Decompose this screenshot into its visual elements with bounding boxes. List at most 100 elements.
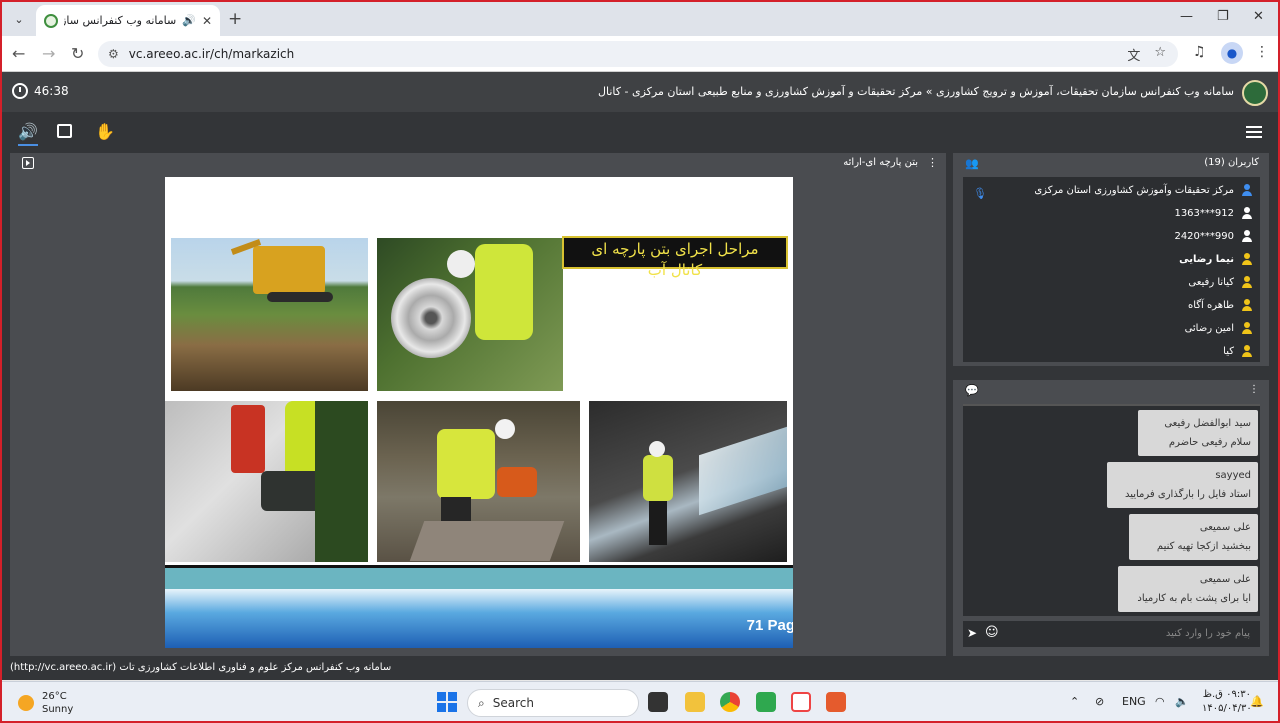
users-group-icon: 👥 bbox=[965, 157, 979, 170]
message-sender: سید ابوالفضل رفیعی bbox=[1164, 418, 1251, 429]
weather-condition: Sunny bbox=[42, 704, 74, 715]
message-sender: علی سمیعی bbox=[1199, 574, 1251, 585]
chat-message: sayyed استاد فایل را بارگذاری فرمایید bbox=[1107, 462, 1258, 508]
presentation-header: بتن پارچه ای-ارائه ⋮ bbox=[10, 153, 946, 175]
slide-caption-subtext: کانال آب bbox=[647, 261, 703, 279]
user-name: امین رضائی bbox=[1184, 322, 1234, 334]
user-icon bbox=[1242, 299, 1252, 311]
emoji-icon[interactable]: ☺ bbox=[985, 625, 999, 640]
list-item[interactable]: 990***2420 bbox=[1174, 226, 1252, 246]
bookmark-star-icon[interactable]: ☆ bbox=[1154, 45, 1166, 64]
temperature: 26°C bbox=[42, 691, 67, 702]
language-indicator[interactable]: ENG bbox=[1122, 695, 1146, 708]
taskbar-search[interactable]: ⌕ Search bbox=[467, 689, 639, 717]
user-name: مرکز تحقیقات وآموزش کشاورزی استان مرکزی bbox=[1034, 184, 1234, 196]
media-control-icon[interactable]: ♫ bbox=[1193, 44, 1206, 60]
volume-muted-icon[interactable]: 🔈 bbox=[1175, 695, 1189, 708]
close-window-icon[interactable]: ✕ bbox=[1253, 9, 1264, 24]
message-text: استاد فایل را بارگذاری فرمایید bbox=[1124, 489, 1251, 500]
send-icon[interactable]: ➤ bbox=[967, 626, 977, 640]
slide-caption-text: مراحل اجرای بتن پارچه ای bbox=[591, 240, 759, 258]
users-count-title: کاربران (19) bbox=[1204, 157, 1259, 168]
hamburger-menu-icon[interactable] bbox=[1246, 126, 1262, 141]
presentation-title: بتن پارچه ای-ارائه bbox=[843, 157, 918, 168]
site-info-icon[interactable]: ⚙ bbox=[108, 47, 119, 61]
raise-hand-icon[interactable]: ✋ bbox=[95, 122, 115, 141]
address-bar[interactable]: ⚙ vc.areeo.ac.ir/ch/markazich 文 ☆ bbox=[98, 41, 1178, 67]
meeting-toolbar: 🔊 ✋ bbox=[0, 112, 1280, 152]
session-timer: 46:38 bbox=[12, 83, 69, 99]
profile-avatar-icon[interactable]: ● bbox=[1221, 42, 1243, 64]
search-label: Search bbox=[492, 696, 534, 710]
organization-logo bbox=[1242, 80, 1268, 106]
slide-page-number: 71 Pag bbox=[746, 617, 793, 634]
list-item[interactable]: کیا bbox=[1223, 341, 1252, 361]
user-name: کیا bbox=[1223, 345, 1234, 357]
browser-navbar: ← → ↻ ⚙ vc.areeo.ac.ir/ch/markazich 文 ☆ … bbox=[0, 36, 1280, 72]
tab-title: سامانه وب کنفرانس سازمان تحقیقات bbox=[64, 14, 177, 27]
chat-more-icon[interactable]: ⋮ bbox=[1249, 384, 1259, 395]
tray-overflow-icon[interactable]: ⌃ bbox=[1070, 695, 1079, 708]
list-item[interactable]: 912***1363 bbox=[1174, 203, 1252, 223]
message-sender: علی سمیعی bbox=[1199, 522, 1251, 533]
task-view-icon[interactable] bbox=[648, 692, 668, 712]
camtasia-icon[interactable] bbox=[756, 692, 776, 712]
minimize-icon[interactable]: — bbox=[1180, 9, 1193, 24]
list-item[interactable]: مرکز تحقیقات وآموزش کشاورزی استان مرکزی bbox=[1034, 180, 1252, 200]
browser-tab[interactable]: سامانه وب کنفرانس سازمان تحقیقات 🔊 ✕ bbox=[36, 5, 220, 36]
reload-icon[interactable]: ↻ bbox=[71, 44, 84, 63]
snipping-tool-icon[interactable] bbox=[791, 692, 811, 712]
presentation-more-icon[interactable]: ⋮ bbox=[927, 156, 938, 169]
clock-date: ۱۴۰۵/۰۴/۳۰ bbox=[1202, 703, 1252, 714]
worker-spraying-photo bbox=[589, 401, 787, 562]
chat-panel-header: 💬 ⋮ bbox=[953, 380, 1269, 402]
speaker-icon[interactable]: 🔊 bbox=[182, 14, 196, 27]
message-text: سلام رفیعی حاضرم bbox=[1168, 437, 1251, 448]
chat-messages[interactable]: سید ابوالفضل رفیعی سلام رفیعی حاضرم sayy… bbox=[963, 404, 1260, 616]
chrome-icon[interactable] bbox=[720, 692, 740, 712]
chat-message: علی سمیعی ایا برای پشت بام به کارمیاد bbox=[1118, 566, 1258, 612]
translate-icon[interactable]: 文 bbox=[1127, 45, 1140, 64]
slide-caption: مراحل اجرای بتن پارچه ای کانال آب bbox=[562, 236, 788, 278]
microphone-icon: 🎙 bbox=[973, 187, 987, 200]
user-icon bbox=[1242, 207, 1252, 219]
user-icon bbox=[1242, 276, 1252, 288]
chat-input[interactable]: ➤ ☺ پیام خود را وارد کنید bbox=[963, 621, 1260, 647]
network-off-icon[interactable]: ⊘ bbox=[1095, 695, 1104, 708]
chat-panel: 💬 ⋮ سید ابوالفضل رفیعی سلام رفیعی حاضرم … bbox=[953, 380, 1269, 656]
wifi-icon[interactable]: ◠ bbox=[1155, 695, 1165, 708]
user-name: نیما رضایی bbox=[1179, 253, 1234, 265]
file-explorer-icon[interactable] bbox=[685, 692, 705, 712]
tab-close-icon[interactable]: ✕ bbox=[202, 14, 212, 28]
chat-message: علی سمیعی ببخشید ازکجا تهیه کنیم bbox=[1129, 514, 1258, 560]
search-icon: ⌕ bbox=[478, 695, 485, 710]
presentation-toggle-icon[interactable] bbox=[57, 124, 72, 138]
notification-bell-icon[interactable]: 🔔 bbox=[1250, 695, 1264, 708]
list-item[interactable]: طاهره آگاه bbox=[1188, 295, 1252, 315]
audio-speaker-icon[interactable]: 🔊 bbox=[18, 122, 38, 146]
system-clock[interactable]: ۰۹:۳۰ ق.ظ ۱۴۰۵/۰۴/۳۰ bbox=[1202, 688, 1252, 716]
back-icon[interactable]: ← bbox=[12, 44, 25, 63]
slide-band bbox=[165, 565, 793, 589]
user-name: کیانا رفیعی bbox=[1188, 276, 1234, 288]
presentation-player-icon[interactable] bbox=[22, 157, 34, 169]
maximize-icon[interactable]: ❐ bbox=[1217, 9, 1229, 24]
browser-tab-strip: ⌄ سامانه وب کنفرانس سازمان تحقیقات 🔊 ✕ +… bbox=[0, 0, 1280, 36]
list-item[interactable]: نیما رضایی bbox=[1179, 249, 1252, 269]
list-item[interactable]: امین رضائی bbox=[1185, 318, 1252, 338]
forward-icon[interactable]: → bbox=[42, 44, 55, 63]
message-text: ببخشید ازکجا تهیه کنیم bbox=[1156, 541, 1251, 552]
users-list: 🎙 مرکز تحقیقات وآموزش کشاورزی استان مرکز… bbox=[963, 177, 1260, 362]
new-tab-button[interactable]: + bbox=[228, 9, 242, 29]
windows-start-icon[interactable] bbox=[437, 692, 457, 712]
chat-bubble-icon: 💬 bbox=[965, 384, 979, 397]
user-name: 990***2420 bbox=[1174, 230, 1234, 242]
list-item[interactable]: کیانا رفیعی bbox=[1188, 272, 1252, 292]
browser-menu-icon[interactable]: ⋮ bbox=[1255, 44, 1269, 60]
recorder-icon[interactable] bbox=[826, 692, 846, 712]
weather-widget[interactable]: 26°C Sunny bbox=[18, 690, 73, 716]
fabric-roll-photo bbox=[377, 238, 563, 391]
url-text: vc.areeo.ac.ir/ch/markazich bbox=[128, 47, 295, 61]
tab-search-dropdown-icon[interactable]: ⌄ bbox=[8, 8, 30, 30]
user-icon bbox=[1242, 253, 1252, 265]
